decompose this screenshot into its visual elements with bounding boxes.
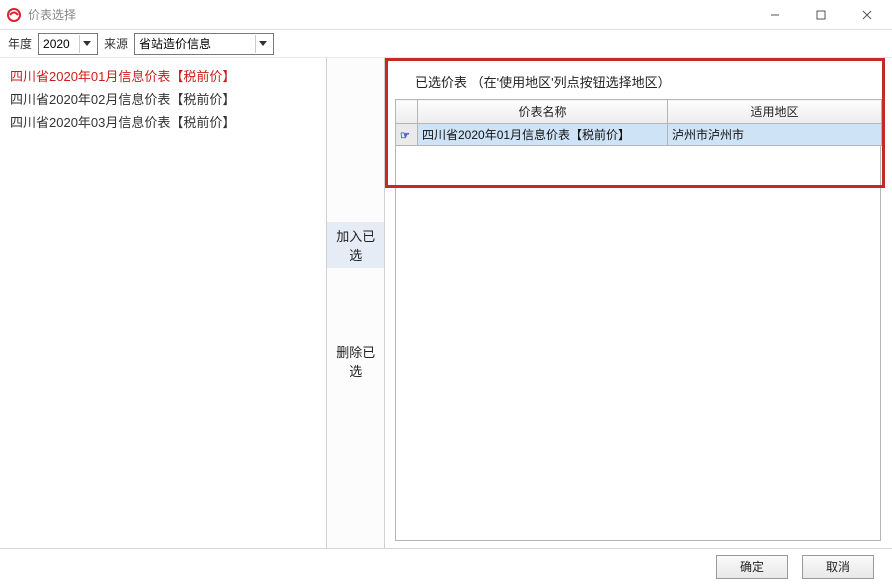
ok-button[interactable]: 确定: [716, 555, 788, 579]
table-header-marker: [396, 100, 418, 124]
selected-table: 价表名称 适用地区 ☞ 四川省2020年01月信息价表【税前价】泸州市泸州市: [395, 99, 882, 146]
maximize-button[interactable]: [798, 0, 844, 30]
row-marker: ☞: [396, 124, 418, 146]
remove-from-selected-button[interactable]: 删除已选: [327, 338, 384, 384]
source-select[interactable]: 省站造价信息: [134, 33, 274, 55]
pointer-icon: ☞: [400, 130, 410, 142]
table-header-name[interactable]: 价表名称: [418, 100, 668, 124]
chevron-down-icon: [79, 35, 93, 53]
selected-panel-title: 已选价表 （在'使用地区'列点按钮选择地区）: [395, 66, 882, 99]
row-name: 四川省2020年01月信息价表【税前价】: [418, 124, 668, 146]
transfer-buttons: 加入已选 删除已选: [327, 58, 385, 548]
list-item[interactable]: 四川省2020年03月信息价表【税前价】: [8, 110, 318, 133]
list-item[interactable]: 四川省2020年02月信息价表【税前价】: [8, 87, 318, 110]
window-title: 价表选择: [28, 6, 76, 23]
year-select[interactable]: 2020: [38, 33, 98, 55]
cancel-button[interactable]: 取消: [802, 555, 874, 579]
source-select-value: 省站造价信息: [139, 35, 251, 52]
app-icon: [6, 7, 22, 23]
list-item[interactable]: 四川省2020年01月信息价表【税前价】: [8, 64, 318, 87]
add-to-selected-button[interactable]: 加入已选: [327, 222, 384, 268]
available-list: 四川省2020年01月信息价表【税前价】四川省2020年02月信息价表【税前价】…: [0, 58, 327, 548]
source-label: 来源: [104, 35, 128, 52]
table-row[interactable]: ☞ 四川省2020年01月信息价表【税前价】泸州市泸州市: [396, 124, 882, 146]
filter-bar: 年度 2020 来源 省站造价信息: [0, 30, 892, 58]
table-header-region[interactable]: 适用地区: [668, 100, 882, 124]
year-label: 年度: [8, 35, 32, 52]
selected-panel: 已选价表 （在'使用地区'列点按钮选择地区） 价表名称 适用地区 ☞ 四川省202…: [385, 58, 892, 548]
close-button[interactable]: [844, 0, 890, 30]
year-select-value: 2020: [43, 37, 75, 51]
titlebar: 价表选择: [0, 0, 892, 30]
table-empty-area: [395, 146, 881, 541]
row-region[interactable]: 泸州市泸州市: [668, 124, 882, 146]
minimize-button[interactable]: [752, 0, 798, 30]
main: 四川省2020年01月信息价表【税前价】四川省2020年02月信息价表【税前价】…: [0, 58, 892, 548]
chevron-down-icon: [255, 35, 269, 53]
footer: 确定 取消: [0, 548, 892, 584]
